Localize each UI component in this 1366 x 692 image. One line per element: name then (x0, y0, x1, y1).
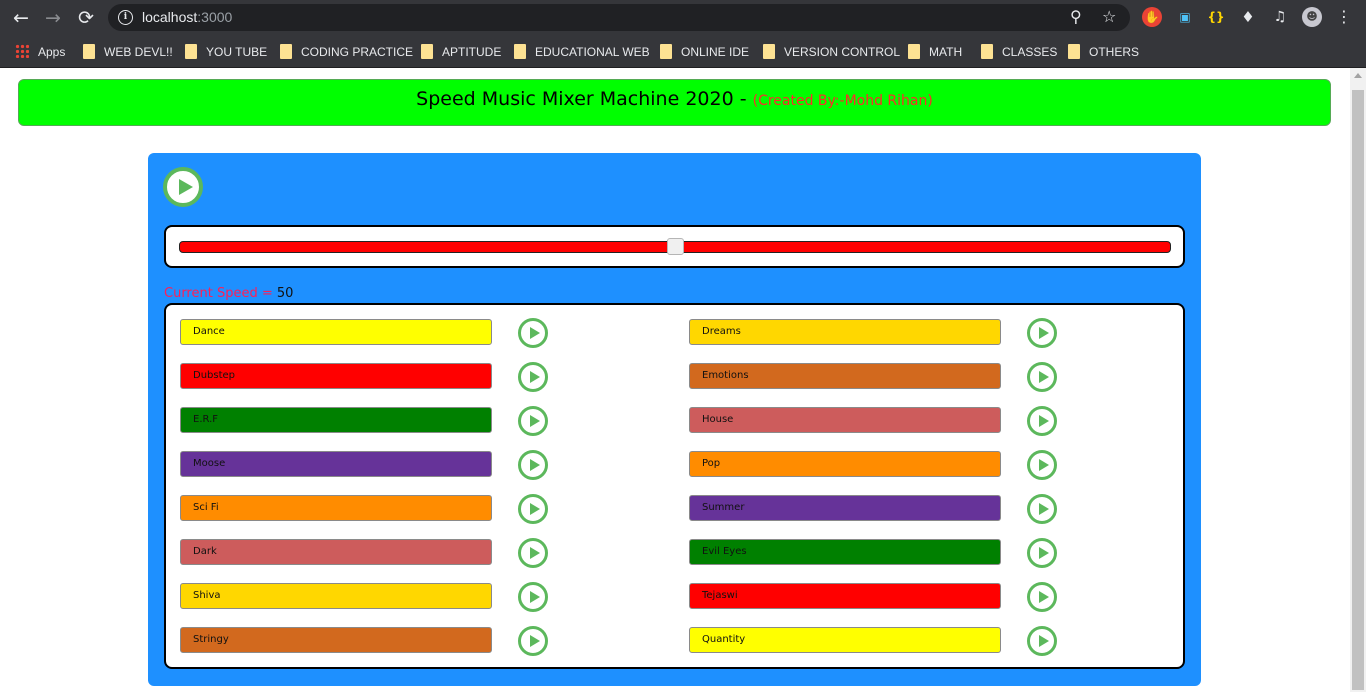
current-speed-label: Current Speed = 50 (164, 286, 293, 301)
bookmark-folder[interactable]: MATH (908, 42, 962, 62)
folder-icon (660, 44, 672, 59)
bookmark-label: OTHERS (1089, 45, 1140, 59)
track-label: Pop (689, 451, 1001, 477)
track-label: Moose (180, 451, 492, 477)
back-arrow-icon[interactable]: ← (9, 6, 33, 30)
folder-icon (83, 44, 95, 59)
track-play-button[interactable] (518, 626, 548, 656)
track-play-button[interactable] (518, 582, 548, 612)
track-label: Evil Eyes (689, 539, 1001, 565)
track-play-button[interactable] (1027, 406, 1057, 436)
track-play-button[interactable] (1027, 538, 1057, 568)
bookmark-folder[interactable]: VERSION CONTROL (763, 42, 900, 62)
address-bar[interactable]: i localhost:3000 ⚲ ☆ (108, 4, 1130, 31)
puzzle-icon[interactable]: ♦ (1238, 7, 1258, 27)
track-label: Dubstep (180, 363, 492, 389)
bookmark-label: CLASSES (1002, 45, 1058, 59)
media-queue-icon[interactable]: ♫ (1270, 7, 1290, 27)
track-label: Dreams (689, 319, 1001, 345)
bookmark-folder[interactable]: WEB DEVL!! (83, 42, 173, 62)
bookmark-folder[interactable]: CLASSES (981, 42, 1057, 62)
bookmark-label: VERSION CONTROL (784, 45, 901, 59)
apps-grid-icon (15, 44, 29, 58)
bookmark-label: Apps (38, 45, 66, 59)
bookmark-folder[interactable]: CODING PRACTICE (280, 42, 413, 62)
json-extension-icon[interactable]: {} (1206, 7, 1226, 27)
track-play-button[interactable] (1027, 626, 1057, 656)
reload-icon[interactable]: ⟳ (74, 6, 98, 30)
track-label: Emotions (689, 363, 1001, 389)
bookmark-label: YOU TUBE (206, 45, 268, 59)
url-host: localhost (142, 9, 198, 25)
track-play-button[interactable] (518, 538, 548, 568)
track-play-button[interactable] (518, 494, 548, 524)
bookmark-label: ONLINE IDE (681, 45, 750, 59)
avatar[interactable]: ☻ (1302, 7, 1322, 27)
track-play-button[interactable] (518, 318, 548, 348)
info-icon[interactable]: i (118, 10, 133, 25)
track-list: Dance Dubstep E.R.F Moose Sci Fi Dark Sh… (164, 303, 1185, 669)
mixer-panel: Current Speed = 50 Dance Dubstep E.R.F M… (148, 153, 1201, 686)
master-play-button[interactable] (163, 167, 203, 207)
bookmark-label: APTITUDE (442, 45, 502, 59)
track-play-button[interactable] (1027, 582, 1057, 612)
track-label: Dance (180, 319, 492, 345)
bookmark-folder[interactable]: ONLINE IDE (660, 42, 749, 62)
folder-icon (908, 44, 920, 59)
speed-slider-container (164, 225, 1185, 268)
address-url[interactable]: localhost:3000 (142, 9, 232, 25)
track-play-button[interactable] (1027, 362, 1057, 392)
bookmark-folder[interactable]: YOU TUBE (185, 42, 267, 62)
track-label: Quantity (689, 627, 1001, 653)
browser-toolbar: ← → ⟳ i localhost:3000 ⚲ ☆ ✋ ▣ {} ♦ ♫ ☻ … (0, 0, 1366, 35)
page-header: Speed Music Mixer Machine 2020 - (Create… (18, 79, 1331, 126)
url-port: :3000 (197, 9, 233, 25)
scrollbar-thumb[interactable] (1352, 90, 1364, 690)
bookmark-label: CODING PRACTICE (301, 45, 414, 59)
folder-icon (763, 44, 775, 59)
forward-arrow-icon[interactable]: → (41, 6, 65, 30)
kebab-menu-icon[interactable]: ⋮ (1334, 7, 1354, 27)
bookmarks-bar: Apps WEB DEVL!! YOU TUBE CODING PRACTICE… (0, 35, 1366, 68)
track-label: Dark (180, 539, 492, 565)
author-credit: (Created By:-Mohd Rihan) (752, 93, 933, 109)
track-play-button[interactable] (1027, 318, 1057, 348)
speed-slider-thumb[interactable] (666, 238, 684, 255)
bookmark-folder[interactable]: OTHERS (1068, 42, 1139, 62)
zoom-icon[interactable]: ⚲ (1070, 7, 1082, 27)
track-label: Summer (689, 495, 1001, 521)
folder-icon (185, 44, 197, 59)
track-play-button[interactable] (518, 450, 548, 480)
translate-extension-icon[interactable]: ▣ (1175, 7, 1195, 27)
folder-icon (421, 44, 433, 59)
bookmark-label: WEB DEVL!! (104, 45, 173, 59)
bookmark-apps[interactable]: Apps (15, 42, 65, 62)
folder-icon (1068, 44, 1080, 59)
page: Speed Music Mixer Machine 2020 - (Create… (0, 68, 1350, 692)
track-label: House (689, 407, 1001, 433)
folder-icon (514, 44, 526, 59)
track-play-button[interactable] (1027, 494, 1057, 524)
bookmark-star-icon[interactable]: ☆ (1102, 7, 1116, 27)
page-title: Speed Music Mixer Machine 2020 - (416, 88, 753, 110)
speed-value: 50 (276, 286, 294, 301)
speed-label-text: Current Speed = (164, 286, 277, 301)
track-label: Shiva (180, 583, 492, 609)
track-label: E.R.F (180, 407, 492, 433)
page-scrollbar[interactable] (1350, 68, 1366, 692)
bookmark-folder[interactable]: APTITUDE (421, 42, 501, 62)
track-play-button[interactable] (518, 362, 548, 392)
adblock-extension-icon[interactable]: ✋ (1142, 7, 1162, 27)
bookmark-label: MATH (929, 45, 963, 59)
track-play-button[interactable] (518, 406, 548, 436)
track-label: Sci Fi (180, 495, 492, 521)
track-label: Tejaswi (689, 583, 1001, 609)
bookmark-label: EDUCATIONAL WEB (535, 45, 650, 59)
folder-icon (981, 44, 993, 59)
track-label: Stringy (180, 627, 492, 653)
bookmark-folder[interactable]: EDUCATIONAL WEB (514, 42, 650, 62)
folder-icon (280, 44, 292, 59)
scroll-up-arrow-icon[interactable] (1354, 73, 1362, 78)
track-play-button[interactable] (1027, 450, 1057, 480)
